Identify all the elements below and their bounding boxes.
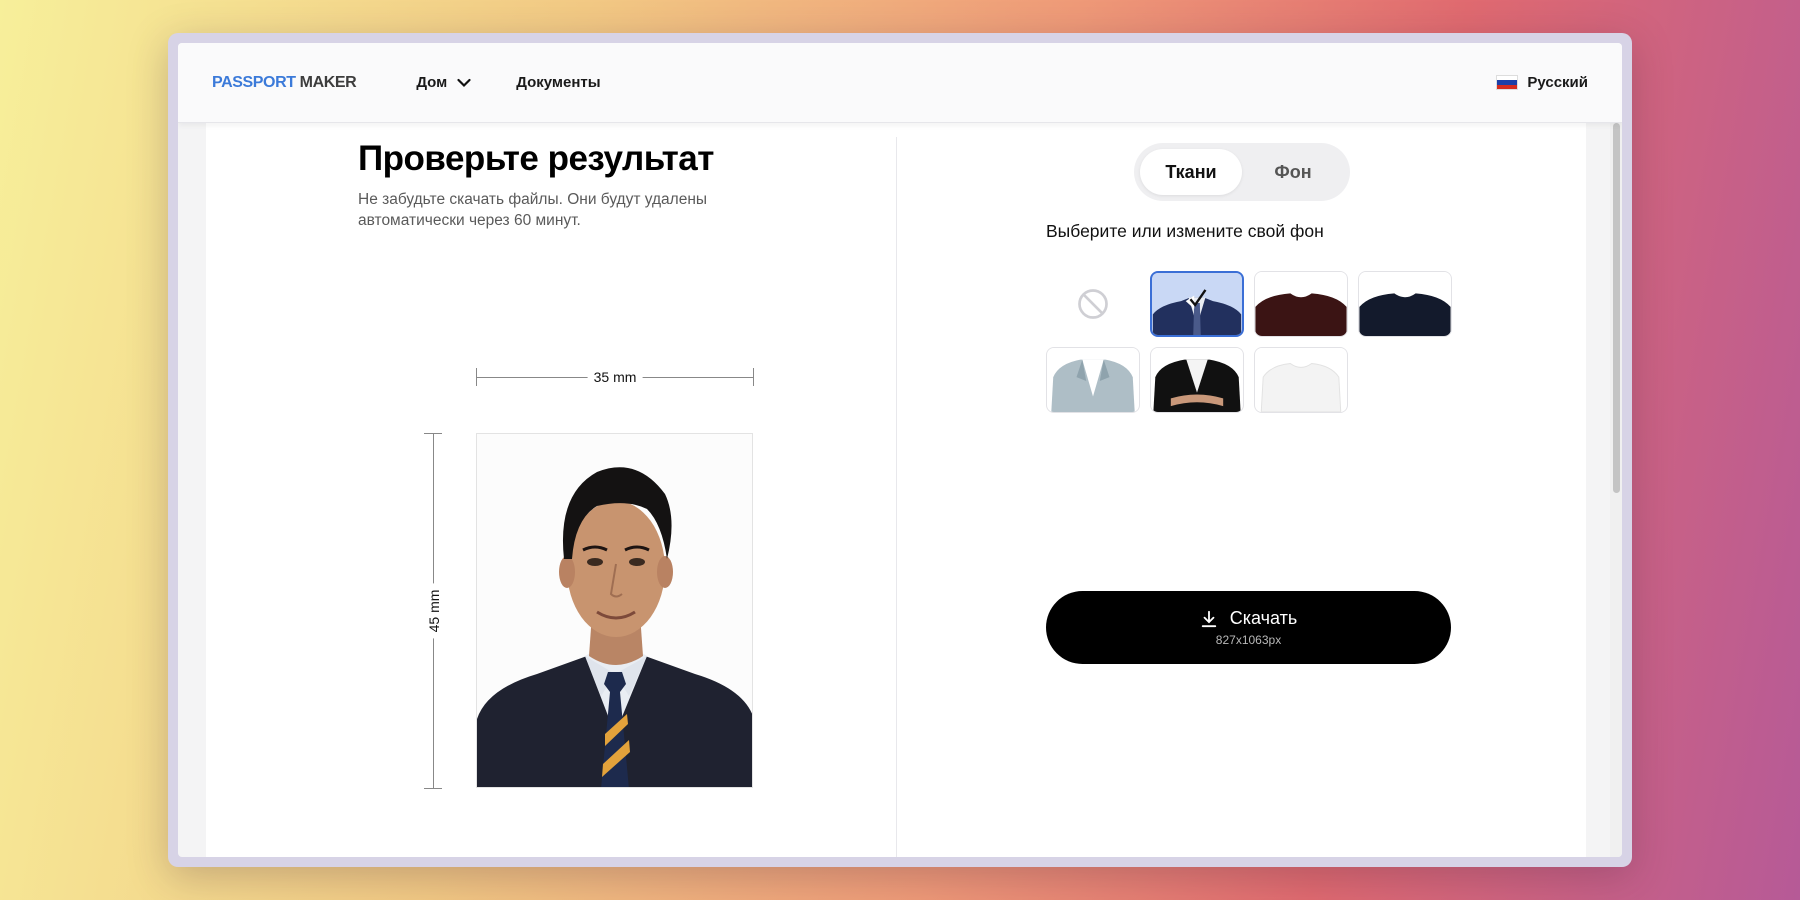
russia-flag-icon: [1496, 75, 1519, 90]
navy-sweater-thumbnail: [1359, 272, 1451, 336]
height-dimension: 45 mm: [422, 433, 446, 789]
logo-passport: PASSPORT: [212, 73, 296, 91]
outfit-white-tshirt[interactable]: [1254, 347, 1348, 413]
width-label: 35 mm: [587, 367, 643, 387]
page: PASSPORT MAKER Дом Документы Русский Про…: [178, 43, 1622, 857]
outfit-grid: [1046, 271, 1456, 413]
navy-suit-thumbnail: [1152, 273, 1242, 335]
tab-clothes[interactable]: Ткани: [1140, 149, 1242, 195]
outfit-tweed-blazer[interactable]: [1046, 347, 1140, 413]
nav-documents[interactable]: Документы: [516, 74, 600, 91]
column-divider: [896, 137, 897, 857]
scrollbar-thumb[interactable]: [1613, 123, 1620, 493]
download-size: 827x1063px: [1215, 633, 1282, 647]
black-blazer-thumbnail: [1151, 348, 1243, 412]
passport-photo-preview: [476, 433, 753, 788]
logo-maker: MAKER: [299, 73, 357, 91]
vertical-scrollbar[interactable]: [1610, 123, 1622, 857]
nav-home-label: Дом: [416, 74, 448, 91]
main-nav: Дом Документы: [416, 74, 600, 91]
page-subtitle: Не забудьте скачать файлы. Они будут уда…: [358, 191, 708, 229]
download-button[interactable]: Скачать 827x1063px: [1046, 591, 1451, 664]
chevron-down-icon: [457, 78, 471, 87]
choose-instruction: Выберите или измените свой фон: [1046, 221, 1324, 241]
width-dimension: 35 mm: [476, 367, 754, 387]
white-tshirt-thumbnail: [1255, 348, 1347, 412]
download-icon: [1201, 610, 1216, 627]
main-content: Проверьте результат Не забудьте скачать …: [206, 123, 1586, 857]
language-selector[interactable]: Русский: [1496, 74, 1588, 91]
download-label: Скачать: [1229, 608, 1298, 628]
burgundy-sweater-thumbnail: [1255, 272, 1347, 336]
outfit-navy-sweater[interactable]: [1358, 271, 1452, 337]
browser-window: PASSPORT MAKER Дом Документы Русский Про…: [168, 33, 1632, 867]
nav-home-dropdown[interactable]: Дом: [416, 74, 471, 91]
tab-background[interactable]: Фон: [1242, 149, 1344, 195]
logo[interactable]: PASSPORT MAKER: [212, 73, 357, 92]
category-toggle: Ткани Фон: [1134, 143, 1350, 201]
no-outfit-icon: [1078, 289, 1108, 319]
page-title: Проверьте результат: [358, 139, 714, 178]
top-navigation: PASSPORT MAKER Дом Документы Русский: [178, 43, 1622, 123]
nav-documents-label: Документы: [516, 74, 601, 91]
language-label: Русский: [1527, 74, 1588, 91]
outfit-black-blazer[interactable]: [1150, 347, 1244, 413]
height-label: 45 mm: [426, 583, 442, 639]
portrait-image: [477, 434, 752, 787]
tweed-blazer-thumbnail: [1047, 348, 1139, 412]
outfit-navy-suit[interactable]: [1150, 271, 1244, 337]
outfit-none-option[interactable]: [1046, 271, 1140, 337]
outfit-burgundy-sweater[interactable]: [1254, 271, 1348, 337]
